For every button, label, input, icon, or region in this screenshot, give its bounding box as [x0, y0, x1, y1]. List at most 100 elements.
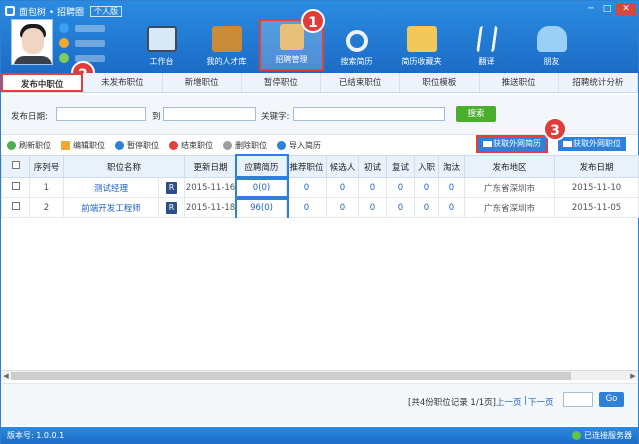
nav-label: 简历收藏夹: [401, 57, 442, 66]
col-header[interactable]: 淘汰: [438, 155, 466, 178]
grid-icon: [563, 141, 569, 147]
resume-icon[interactable]: R: [157, 177, 186, 198]
check-icon: [572, 431, 581, 440]
app-window: 面包树 • 招聘圈 个人版 ─ □ ✕ 工作台 我的人才库 招聘管理 搜索简历 …: [0, 0, 639, 444]
cell-candidates[interactable]: 0: [326, 197, 360, 218]
fetch-external-position-button[interactable]: 获取外网职位: [558, 137, 626, 151]
start-date-input[interactable]: [56, 107, 146, 121]
nav-resume-favorites[interactable]: 简历收藏夹: [389, 19, 454, 71]
maximize-button[interactable]: □: [600, 3, 614, 15]
nav-translate[interactable]: 翻译: [454, 19, 519, 71]
main-nav: 工作台 我的人才库 招聘管理 搜索简历 简历收藏夹 翻译 朋友: [129, 19, 584, 71]
tool-label: 编辑职位: [73, 140, 105, 150]
tab-paused[interactable]: 暂停职位: [242, 73, 321, 92]
nav-label: 招聘管理: [275, 55, 308, 64]
go-button[interactable]: Go: [599, 392, 624, 407]
tab-templates[interactable]: 职位模板: [400, 73, 480, 92]
redacted-info: [75, 25, 105, 32]
fetch-external-resume-button[interactable]: 获取外网简历: [476, 135, 548, 153]
pause-icon: [115, 140, 124, 150]
col-header[interactable]: 初试: [358, 155, 388, 178]
cell-first[interactable]: 0: [358, 197, 388, 218]
table-header: 序列号 职位名称 更新日期 应聘简历 推荐职位 候选人 初试 复试 入职 淘汰 …: [1, 153, 639, 180]
close-button[interactable]: ✕: [616, 3, 636, 15]
table-row[interactable]: 2 前端开发工程师 R 2015-11-18 96(0) 0 0 0 0 0 0…: [1, 195, 639, 220]
window-controls: ─ □ ✕: [584, 3, 636, 15]
cell-candidates[interactable]: 0: [326, 177, 360, 198]
prev-page-link[interactable]: 上一页: [496, 396, 522, 408]
tab-unpublished[interactable]: 未发布职位: [83, 73, 163, 92]
stop-icon: [169, 140, 178, 150]
import-button[interactable]: 导入简历: [277, 140, 321, 151]
scroll-thumb[interactable]: [11, 372, 571, 380]
search-button[interactable]: 搜索: [456, 106, 496, 122]
col-header[interactable]: 发布日期: [554, 155, 639, 178]
applied-count-link[interactable]: 0(0): [234, 175, 289, 200]
cell-first[interactable]: 0: [358, 177, 388, 198]
col-header[interactable]: 更新日期: [184, 155, 238, 178]
col-header[interactable]: 入职: [414, 155, 440, 178]
keyword-input[interactable]: [293, 107, 445, 121]
coin-icon: [59, 38, 69, 48]
title-bar: 面包树 • 招聘圈 个人版: [5, 4, 123, 18]
cell-out[interactable]: 0: [438, 197, 466, 218]
col-header[interactable]: 序列号: [29, 155, 64, 178]
nav-friends[interactable]: 朋友: [519, 19, 584, 71]
next-page-link[interactable]: 下一页: [528, 396, 554, 408]
nav-label: 搜索简历: [340, 57, 373, 66]
col-header-applied[interactable]: 应聘简历: [234, 153, 289, 180]
cell-updated: 2015-11-16: [184, 177, 238, 198]
briefcase-icon: [211, 26, 242, 52]
table-row[interactable]: 1 测试经理 R 2015-11-16 0(0) 0 0 0 0 0 0 广东省…: [1, 175, 639, 200]
col-header[interactable]: 复试: [386, 155, 416, 178]
tab-new-position[interactable]: 新增职位: [163, 73, 242, 92]
stop-button[interactable]: 结束职位: [169, 140, 213, 151]
edit-button[interactable]: 编辑职位: [61, 140, 105, 151]
pause-button[interactable]: 暂停职位: [115, 140, 159, 151]
position-title-link[interactable]: 测试经理: [63, 177, 159, 198]
nav-talent-pool[interactable]: 我的人才库: [194, 19, 259, 71]
cell-out[interactable]: 0: [438, 177, 466, 198]
tool-label: 删除职位: [235, 140, 267, 150]
refresh-button[interactable]: 刷新职位: [7, 140, 51, 151]
minimize-button[interactable]: ─: [584, 3, 598, 15]
page-number-input[interactable]: [563, 392, 593, 407]
avatar[interactable]: [11, 19, 53, 65]
nav-label: 工作台: [149, 57, 174, 66]
row-checkbox[interactable]: [1, 197, 30, 218]
nav-workbench[interactable]: 工作台: [129, 19, 194, 71]
pager: [共4份职位记录 1/1页] 上一页 | 下一页 Go: [1, 383, 638, 425]
col-header[interactable]: 职位名称: [62, 155, 186, 178]
resume-icon[interactable]: R: [157, 197, 186, 218]
callout-badge-1: 1: [301, 9, 325, 33]
cell-hired[interactable]: 0: [414, 177, 440, 198]
applied-count-link[interactable]: 96(0): [234, 195, 289, 220]
tab-push[interactable]: 推送职位: [480, 73, 559, 92]
tab-bar: 发布中职位 未发布职位 新增职位 暂停职位 已结束职位 职位模板 推送职位 招聘…: [1, 73, 638, 93]
delete-button[interactable]: 删除职位: [223, 140, 267, 151]
horizontal-scrollbar[interactable]: ◀ ▶: [1, 370, 638, 380]
cell-recommend[interactable]: 0: [286, 177, 328, 198]
status-bar: 版本号: 1.0.0.1 已连接服务器: [1, 427, 638, 444]
scroll-right-icon[interactable]: ▶: [628, 371, 638, 381]
cell-recommend[interactable]: 0: [286, 197, 328, 218]
nav-label: 朋友: [543, 57, 560, 66]
cell-hired[interactable]: 0: [414, 197, 440, 218]
profile-status: [59, 23, 69, 63]
row-checkbox[interactable]: [1, 177, 30, 198]
col-header[interactable]: 候选人: [326, 155, 360, 178]
select-all-checkbox[interactable]: [1, 155, 30, 178]
position-title-link[interactable]: 前端开发工程师: [63, 197, 159, 218]
end-date-input[interactable]: [163, 107, 256, 121]
tab-ended[interactable]: 已结束职位: [321, 73, 401, 92]
edit-icon: [61, 140, 70, 150]
cell-second[interactable]: 0: [386, 197, 416, 218]
cell-region: 广东省深圳市: [464, 177, 556, 198]
col-header[interactable]: 推荐职位: [286, 155, 328, 178]
tab-statistics[interactable]: 招聘统计分析: [559, 73, 638, 92]
cell-second[interactable]: 0: [386, 177, 416, 198]
col-header[interactable]: 发布地区: [464, 155, 556, 178]
tab-publishing[interactable]: 发布中职位: [1, 73, 84, 92]
scroll-left-icon[interactable]: ◀: [1, 371, 11, 381]
nav-search-resume[interactable]: 搜索简历: [324, 19, 389, 71]
